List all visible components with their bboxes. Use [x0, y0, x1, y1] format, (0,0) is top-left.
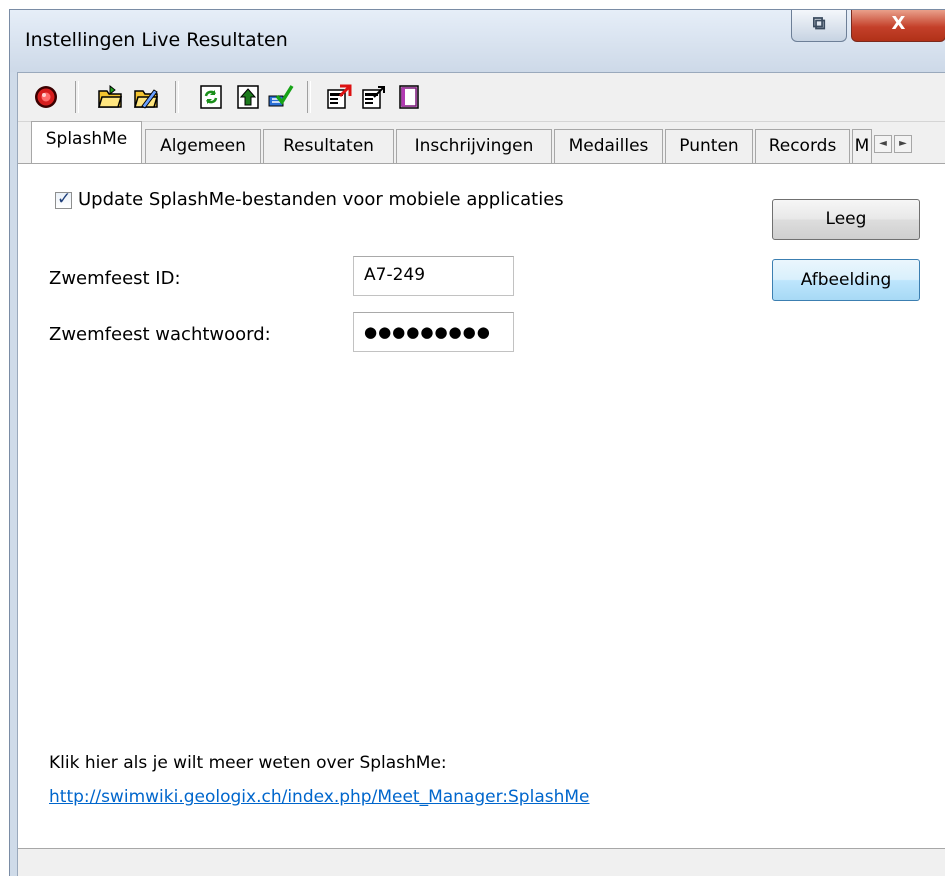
leeg-button[interactable]: Leeg: [772, 199, 920, 240]
close-button[interactable]: X: [851, 10, 945, 42]
tab-resultaten[interactable]: Resultaten: [263, 129, 394, 163]
toolbar-separator: [307, 81, 311, 113]
tab-scroll-right-icon[interactable]: ►: [894, 135, 912, 153]
transfer-check-icon[interactable]: [268, 84, 294, 110]
toolbar-separator: [175, 81, 179, 113]
import-settings-icon[interactable]: [326, 84, 352, 110]
update-splashme-label[interactable]: Update SplashMe-bestanden voor mobiele a…: [78, 189, 564, 210]
splashme-wiki-link[interactable]: http://swimwiki.geologix.ch/index.php/Me…: [49, 787, 590, 807]
close-icon: X: [891, 13, 906, 34]
record-icon[interactable]: [33, 84, 59, 110]
edit-folder-icon[interactable]: [133, 84, 159, 110]
status-bar: [18, 850, 945, 876]
dialog-client: SplashMe Algemeen Resultaten Inschrijvin…: [17, 72, 945, 876]
window-title: Instellingen Live Resultaten: [25, 29, 288, 51]
update-splashme-checkbox[interactable]: ✓: [55, 189, 72, 209]
zwemfeest-password-field[interactable]: ●●●●●●●●●: [353, 312, 514, 352]
title-bar[interactable]: Instellingen Live Resultaten ⧉ X: [10, 10, 945, 72]
export-settings-icon[interactable]: [361, 84, 387, 110]
tab-medailles[interactable]: Medailles: [554, 129, 663, 163]
tab-punten[interactable]: Punten: [665, 129, 753, 163]
tab-splashme[interactable]: SplashMe: [31, 121, 142, 163]
restore-icon: ⧉: [812, 13, 826, 34]
tab-scroll-left-icon[interactable]: ◄: [874, 135, 892, 153]
upload-icon[interactable]: [235, 84, 261, 110]
info-text: Klik hier als je wilt meer weten over Sp…: [49, 753, 447, 773]
tab-overflow[interactable]: M: [852, 129, 872, 163]
zwemfeest-id-field[interactable]: A7-249: [353, 256, 514, 296]
settings-window: Instellingen Live Resultaten ⧉ X SplashM…: [9, 9, 945, 876]
zwemfeest-password-label: Zwemfeest wachtwoord:: [49, 324, 271, 345]
tab-records[interactable]: Records: [755, 129, 850, 163]
afbeelding-button[interactable]: Afbeelding: [772, 259, 920, 301]
refresh-icon[interactable]: [198, 84, 224, 110]
zwemfeest-id-label: Zwemfeest ID:: [49, 268, 181, 289]
restore-button[interactable]: ⧉: [791, 10, 847, 42]
checkmark-icon: ✓: [57, 189, 72, 209]
open-folder-icon[interactable]: [97, 84, 123, 110]
tab-strip: SplashMe Algemeen Resultaten Inschrijvin…: [18, 121, 945, 163]
document-icon[interactable]: [396, 84, 422, 110]
tab-inschrijvingen[interactable]: Inschrijvingen: [396, 129, 552, 163]
tab-algemeen[interactable]: Algemeen: [145, 129, 261, 163]
toolbar: [18, 73, 945, 122]
toolbar-separator: [75, 81, 79, 113]
splashme-panel: ✓ Update SplashMe-bestanden voor mobiele…: [18, 163, 945, 849]
